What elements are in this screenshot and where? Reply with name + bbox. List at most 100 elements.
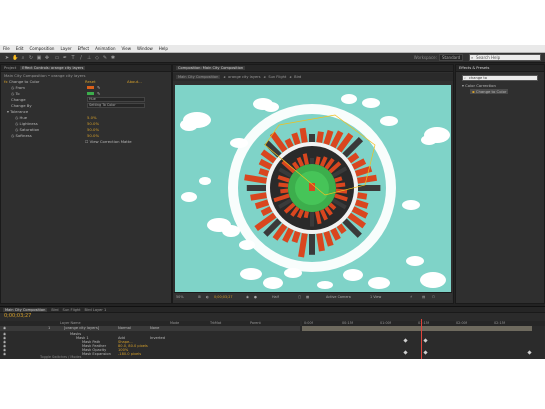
type-tool-icon[interactable]: T [70,55,76,61]
triangle-down-icon[interactable]: ▾ [7,109,9,114]
to-color-swatch[interactable] [87,92,94,95]
timeline-icon[interactable]: ▤ [422,294,425,300]
brush-tool-icon[interactable]: / [78,55,84,61]
change-dropdown[interactable]: Hue [87,97,145,102]
tab-bird[interactable]: Bird [51,308,58,312]
stopwatch-icon[interactable]: ◷ [15,127,18,132]
workspace-select[interactable]: Standard [439,54,463,61]
zoom-dropdown[interactable]: 50% [176,294,196,300]
menu-edit[interactable]: Edit [16,46,24,51]
eye-icon[interactable]: ◉ [3,326,6,331]
fast-preview-icon[interactable]: ⚡ [410,294,412,300]
snapshot-icon[interactable]: ◉ [246,294,249,300]
stopwatch-icon[interactable]: ◷ [11,133,14,138]
menu-effect[interactable]: Effect [78,46,90,51]
saturation-value[interactable]: 50.0% [87,127,99,132]
color-channel-icon[interactable]: ● [254,294,257,300]
menu-help[interactable]: Help [159,46,168,51]
eyedropper-icon[interactable]: ✎ [97,85,100,90]
search-help-input[interactable]: ⌕ Search Help [469,54,541,61]
zoom-tool-icon[interactable]: ⌕ [20,55,26,61]
menu-animation[interactable]: Animation [95,46,115,51]
camera-dropdown[interactable]: Active Camera [326,294,351,300]
tab-main-city-composition[interactable]: Main City Composition [3,307,48,312]
camera-tool-icon[interactable]: ▣ [36,55,42,61]
col-mode[interactable]: Mode [170,321,179,325]
timeline-row[interactable]: ◉ 1 [orange city layers] Normal None [0,326,300,331]
lightness-value[interactable]: 50.0% [87,121,99,126]
layer-name[interactable]: Mask Expansion [82,352,111,357]
current-time-indicator[interactable] [421,319,422,359]
effect-row-change-to-color[interactable]: fx Change to Color [4,79,40,84]
layer-parent[interactable]: None [150,326,159,331]
layer-duration-bar[interactable] [302,326,532,331]
pan-behind-tool-icon[interactable]: ✥ [44,55,50,61]
reset-link[interactable]: Reset [85,79,96,84]
timeline-timecode[interactable]: 0;00;03;27 [4,313,31,319]
keyframe[interactable] [423,338,428,343]
breadcrumb-orange-city[interactable]: orange city layers [228,75,260,79]
stopwatch-icon[interactable]: ◷ [11,91,14,96]
prop-from-label: From [15,85,25,90]
transparency-grid-icon[interactable]: ▦ [306,294,309,300]
roto-brush-tool-icon[interactable]: ✎ [102,55,108,61]
keyframe[interactable] [423,350,428,355]
views-dropdown[interactable]: 1 View [370,294,381,300]
hand-tool-icon[interactable]: ✋ [12,55,18,61]
change-by-dropdown[interactable]: Setting To Color [87,103,145,108]
tab-effect-controls[interactable]: Effect Controls: orange city layers [20,66,86,70]
menu-layer[interactable]: Layer [60,46,71,51]
about-link[interactable]: About... [127,79,142,84]
prop-tolerance[interactable]: ▾ Tolerance [7,109,28,114]
eraser-tool-icon[interactable]: ◇ [94,55,100,61]
flowchart-icon[interactable]: ⎔ [432,294,435,300]
keyframe[interactable] [403,350,408,355]
keyframe[interactable] [403,338,408,343]
region-of-interest-icon[interactable]: ▢ [298,294,301,300]
breadcrumb-main-city[interactable]: Main City Composition [176,75,221,79]
toggle-switches-modes[interactable]: Toggle Switches / Modes [40,355,81,359]
view-correction-matte[interactable]: ☐ View Correction Matte [85,139,132,144]
layer-mode[interactable]: Normal [118,326,131,331]
resolution-dropdown[interactable]: Half [272,294,279,300]
menu-window[interactable]: Window [137,46,153,51]
eyedropper-icon[interactable]: ✎ [97,91,100,96]
puppet-tool-icon[interactable]: ✱ [110,55,116,61]
stopwatch-icon[interactable]: ◷ [15,115,18,120]
keyframe[interactable] [527,350,532,355]
effects-search-input[interactable]: ⌕ change to [462,75,538,81]
pen-tool-icon[interactable]: ✒ [62,55,68,61]
mask-visibility-icon[interactable]: ◐ [206,294,209,300]
layer-name[interactable]: [orange city layers] [64,326,99,331]
col-trkmat[interactable]: TrkMat [210,321,221,325]
composition-canvas[interactable] [175,85,451,292]
tab-sun-flight[interactable]: Sun Flight [63,308,81,312]
col-parent[interactable]: Parent [250,321,261,325]
menu-view[interactable]: View [122,46,132,51]
menu-composition[interactable]: Composition [29,46,54,51]
result-change-to-color[interactable]: ▪ Change to Color [470,89,509,94]
softness-value[interactable]: 50.0% [87,133,99,138]
checkbox-icon[interactable]: ☐ [85,139,88,144]
col-layer-name[interactable]: Layer Name [60,321,81,325]
stopwatch-icon[interactable]: ◷ [15,121,18,126]
hue-value[interactable]: 5.0% [87,115,97,120]
eye-icon[interactable]: ◉ [3,352,6,357]
stopwatch-icon[interactable]: ◷ [11,85,14,90]
clone-stamp-tool-icon[interactable]: ⊥ [86,55,92,61]
category-color-correction[interactable]: ▾ Color Correction [462,83,496,88]
layer-mode[interactable]: -180.0 pixels [118,352,141,357]
breadcrumb-sun-flight[interactable]: Sun Flight [268,75,286,79]
rectangle-tool-icon[interactable]: ▭ [54,55,60,61]
rotate-tool-icon[interactable]: ↻ [28,55,34,61]
viewer-timecode[interactable]: 0;00;03;27 [214,294,233,300]
breadcrumb-bird[interactable]: Bird [294,75,301,79]
tab-bird-layer-1[interactable]: Bird Layer 1 [85,308,107,312]
tab-effects-presets[interactable]: Effects & Presets [459,66,489,70]
tab-project[interactable]: Project [4,66,16,70]
selection-tool-icon[interactable]: ➤ [4,55,10,61]
grid-icon[interactable]: ⊞ [198,294,201,300]
from-color-swatch[interactable] [87,86,94,89]
menu-file[interactable]: File [3,46,10,51]
tab-composition[interactable]: Composition: Main City Composition [176,66,246,70]
